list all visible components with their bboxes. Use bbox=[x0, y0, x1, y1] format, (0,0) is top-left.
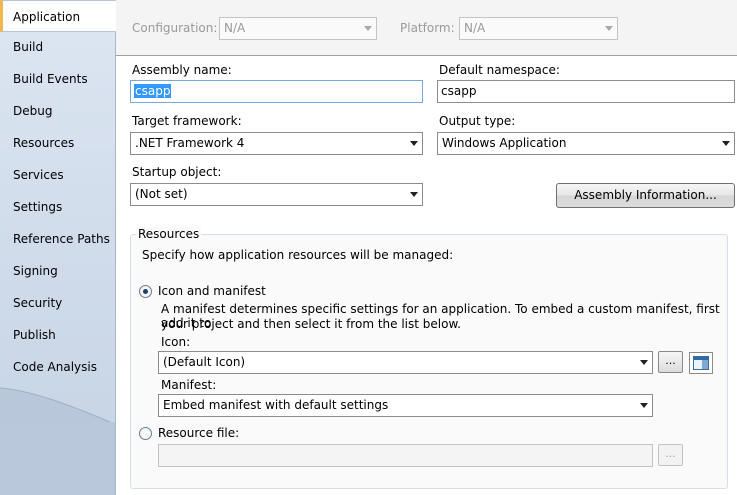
startup-object-label: Startup object: bbox=[132, 165, 222, 179]
tab-build-events[interactable]: Build Events bbox=[0, 63, 115, 95]
resource-file-radio[interactable] bbox=[139, 427, 152, 440]
chevron-down-icon bbox=[722, 141, 730, 146]
chevron-down-icon bbox=[410, 141, 418, 146]
tab-security[interactable]: Security bbox=[0, 287, 115, 319]
tab-signing[interactable]: Signing bbox=[0, 255, 115, 287]
configuration-value: N/A bbox=[224, 21, 246, 35]
manifest-label: Manifest: bbox=[161, 378, 217, 392]
resource-file-input[interactable] bbox=[158, 444, 653, 467]
icon-label: Icon: bbox=[161, 335, 191, 349]
chevron-down-icon bbox=[410, 192, 418, 197]
resources-group-title: Resources bbox=[136, 227, 202, 241]
tab-application[interactable]: Application bbox=[0, 0, 116, 32]
tab-services[interactable]: Services bbox=[0, 159, 115, 191]
manifest-value: Embed manifest with default settings bbox=[163, 398, 389, 412]
assembly-name-value: csapp bbox=[134, 84, 172, 98]
icon-browse-button[interactable]: ... bbox=[658, 351, 683, 373]
tab-build[interactable]: Build bbox=[0, 31, 115, 63]
chevron-down-icon bbox=[364, 26, 372, 31]
platform-dropdown[interactable]: N/A bbox=[459, 17, 618, 40]
configuration-label: Configuration: bbox=[132, 21, 218, 35]
assembly-name-input[interactable]: csapp bbox=[130, 80, 423, 103]
chevron-down-icon bbox=[640, 403, 648, 408]
manifest-dropdown[interactable]: Embed manifest with default settings bbox=[158, 394, 653, 417]
target-framework-dropdown[interactable]: .NET Framework 4 bbox=[130, 132, 423, 155]
tab-publish[interactable]: Publish bbox=[0, 319, 115, 351]
tab-code-analysis[interactable]: Code Analysis bbox=[0, 351, 115, 383]
default-namespace-label: Default namespace: bbox=[439, 63, 560, 77]
application-icon-preview bbox=[689, 352, 713, 374]
target-framework-value: .NET Framework 4 bbox=[135, 136, 245, 150]
manifest-description-line2: your project and then select it from the… bbox=[161, 317, 461, 331]
output-type-dropdown[interactable]: Windows Application bbox=[437, 132, 735, 155]
output-type-label: Output type: bbox=[439, 114, 516, 128]
output-type-value: Windows Application bbox=[442, 136, 567, 150]
configuration-dropdown[interactable]: N/A bbox=[219, 17, 377, 40]
tab-reference-paths[interactable]: Reference Paths bbox=[0, 223, 115, 255]
chevron-down-icon bbox=[640, 360, 648, 365]
platform-label: Platform: bbox=[400, 21, 455, 35]
tab-settings[interactable]: Settings bbox=[0, 191, 115, 223]
startup-object-value: (Not set) bbox=[135, 187, 188, 201]
target-framework-label: Target framework: bbox=[132, 114, 242, 128]
assembly-information-button[interactable]: Assembly Information... bbox=[556, 183, 735, 208]
tab-resources[interactable]: Resources bbox=[0, 127, 115, 159]
resources-intro: Specify how application resources will b… bbox=[142, 248, 454, 262]
chevron-down-icon bbox=[605, 26, 613, 31]
resource-file-label[interactable]: Resource file: bbox=[158, 426, 239, 440]
tab-debug[interactable]: Debug bbox=[0, 95, 115, 127]
resource-file-browse-button[interactable]: ... bbox=[658, 444, 683, 466]
default-namespace-input[interactable]: csapp bbox=[437, 80, 735, 103]
icon-manifest-label[interactable]: Icon and manifest bbox=[158, 284, 266, 298]
platform-value: N/A bbox=[464, 21, 486, 35]
tab-strip-lower bbox=[0, 422, 115, 495]
icon-dropdown[interactable]: (Default Icon) bbox=[158, 351, 653, 374]
icon-value: (Default Icon) bbox=[163, 355, 246, 369]
window-pane-icon bbox=[702, 360, 708, 369]
default-namespace-value: csapp bbox=[441, 84, 477, 98]
startup-object-dropdown[interactable]: (Not set) bbox=[130, 183, 423, 206]
assembly-name-label: Assembly name: bbox=[132, 63, 232, 77]
icon-manifest-radio[interactable] bbox=[139, 285, 152, 298]
tab-strip-divider bbox=[115, 30, 116, 495]
